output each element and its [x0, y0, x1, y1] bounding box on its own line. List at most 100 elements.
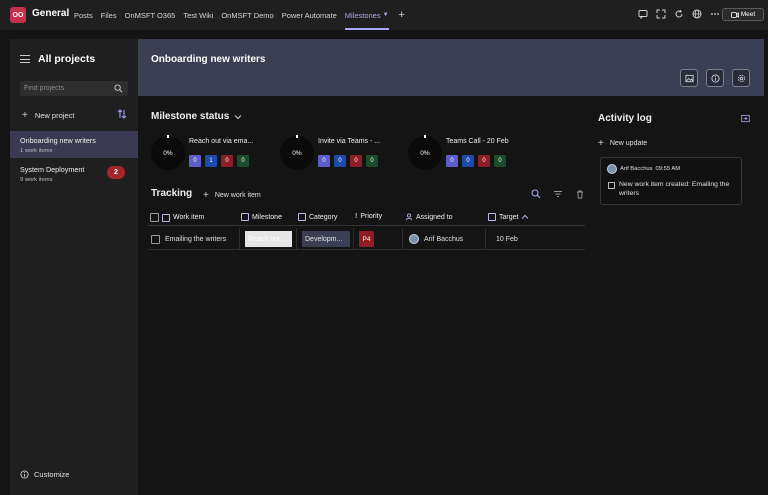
milestone-counts: 0 1 0 0 [189, 155, 249, 167]
activity-user: Arif Bacchus [620, 166, 653, 172]
globe-icon[interactable] [692, 9, 702, 19]
customize-label: Customize [34, 470, 70, 479]
meet-button[interactable]: Meet [722, 8, 764, 21]
tab-onmsft-demo[interactable]: OnMSFT Demo [221, 0, 273, 30]
cell-work-item[interactable]: Emailing the writers [151, 228, 226, 250]
avatar [409, 234, 419, 244]
count-blocked: 0 [478, 155, 490, 167]
count-in-progress: 1 [205, 155, 217, 167]
new-work-item-label: New work item [214, 192, 261, 199]
column-target[interactable]: Target [488, 213, 529, 221]
tab-onmsft-o365[interactable]: OnMSFT O365 [125, 0, 176, 30]
add-tab-icon[interactable]: + [399, 9, 405, 21]
tab-posts[interactable]: Posts [74, 0, 93, 30]
milestone-progress-ring: 0% [408, 135, 442, 170]
new-update-button[interactable]: + New update [598, 138, 647, 149]
milestone-status-header[interactable]: Milestone status [151, 111, 242, 122]
project-name: Onboarding new writers [20, 136, 96, 145]
tab-milestones-label: Milestones [344, 10, 381, 20]
column-milestone[interactable]: Milestone [241, 213, 282, 221]
plus-icon: + [22, 110, 28, 121]
new-work-item-button[interactable]: + New work item [203, 190, 261, 201]
cell-category[interactable]: Developm... [302, 231, 350, 247]
cell-target[interactable]: 10 Feb [496, 228, 518, 250]
row-checkbox[interactable] [151, 234, 160, 244]
settings-button[interactable] [732, 69, 750, 87]
column-assigned-to[interactable]: Assigned to [405, 213, 453, 221]
team-logo[interactable]: OO [10, 7, 26, 23]
count-done: 0 [366, 155, 378, 167]
calendar-icon [488, 213, 496, 221]
refresh-icon[interactable] [674, 9, 684, 19]
project-header: Onboarding new writers [138, 39, 764, 96]
milestone-card[interactable]: 0% Invite via Teams - ... 0 0 0 0 [280, 135, 405, 172]
info-button[interactable] [706, 69, 724, 87]
cell-priority[interactable]: P4 [359, 231, 374, 247]
column-category[interactable]: Category [298, 213, 337, 221]
column-priority[interactable]: ! Priority [355, 213, 382, 220]
milestone-name: Teams Call - 20 Feb [446, 138, 509, 145]
count-not-started: 0 [318, 155, 330, 167]
tab-test-wiki[interactable]: Test Wiki [183, 0, 213, 30]
search-icon[interactable] [114, 84, 123, 93]
video-camera-icon [730, 11, 739, 18]
count-blocked: 0 [221, 155, 233, 167]
sort-ascending-icon [522, 214, 529, 219]
cell-assigned-to[interactable]: Arif Bacchus [409, 228, 463, 250]
activity-time: 09:55 AM [655, 166, 681, 172]
filter-icon[interactable] [553, 189, 563, 199]
plus-icon: + [598, 138, 604, 149]
expand-icon[interactable] [656, 9, 666, 19]
project-title: Onboarding new writers [151, 54, 266, 65]
milestone-progress-ring: 0% [151, 135, 185, 170]
select-all-checkbox[interactable] [150, 213, 159, 222]
count-done: 0 [237, 155, 249, 167]
new-project-label: New project [34, 111, 75, 120]
tracking-title: Tracking [151, 188, 193, 199]
chevron-down-icon [235, 114, 242, 119]
milestone-status-title: Milestone status [151, 111, 230, 122]
sidebar-header: All projects [20, 53, 95, 65]
chevron-down-icon: ▼ [382, 12, 389, 18]
cell-milestone[interactable]: Reach out... [245, 231, 292, 247]
calendar-icon [241, 213, 249, 221]
milestone-card[interactable]: 0% Reach out via ema... 0 1 0 0 [151, 135, 276, 172]
projects-sidebar: All projects + New project Onboarding ne… [10, 39, 138, 495]
tab-milestones[interactable]: Milestones ▼ [344, 0, 389, 30]
image-icon [684, 74, 694, 82]
milestone-card[interactable]: 0% Teams Call - 20 Feb 0 0 0 0 [408, 135, 533, 172]
delete-icon[interactable] [575, 189, 585, 199]
column-work-item[interactable]: Work item [150, 213, 204, 222]
find-projects-input[interactable] [20, 81, 128, 96]
new-project-button[interactable]: + New project [22, 110, 74, 121]
header-actions [638, 9, 720, 19]
info-icon [710, 73, 720, 83]
sort-icon[interactable] [117, 109, 127, 119]
avatar [607, 164, 617, 174]
milestone-name: Invite via Teams - ... [318, 138, 381, 145]
more-options-icon[interactable] [710, 9, 720, 19]
milestone-name: Reach out via ema... [189, 138, 254, 145]
column-label: Milestone [252, 213, 282, 221]
count-not-started: 0 [446, 155, 458, 167]
project-item-system-deployment[interactable]: System Deployment 9 work items 2 [10, 160, 138, 187]
tab-files[interactable]: Files [101, 0, 117, 30]
activity-entry[interactable]: Arif Bacchus 09:55 AM New work item crea… [600, 157, 742, 205]
priority-icon: ! [355, 213, 358, 220]
table-row[interactable]: Emailing the writers Reach out... Develo… [148, 228, 585, 250]
category-icon [298, 213, 306, 221]
conversation-icon[interactable] [638, 9, 648, 19]
menu-icon[interactable] [20, 55, 30, 63]
image-button[interactable] [680, 69, 698, 87]
customize-button[interactable]: Customize [20, 470, 69, 479]
search-icon[interactable] [531, 189, 541, 199]
project-work-count: 1 work items [20, 148, 53, 154]
collapse-panel-icon[interactable] [741, 114, 750, 123]
column-label: Work item [173, 214, 205, 221]
text-icon [162, 213, 170, 222]
activity-message: New work item created: Emailing the writ… [608, 181, 738, 198]
channel-name: General [32, 8, 70, 19]
tab-power-automate[interactable]: Power Automate [282, 0, 337, 30]
project-item-onboarding[interactable]: Onboarding new writers 1 work items [10, 131, 138, 158]
column-label: Priority [360, 213, 383, 220]
